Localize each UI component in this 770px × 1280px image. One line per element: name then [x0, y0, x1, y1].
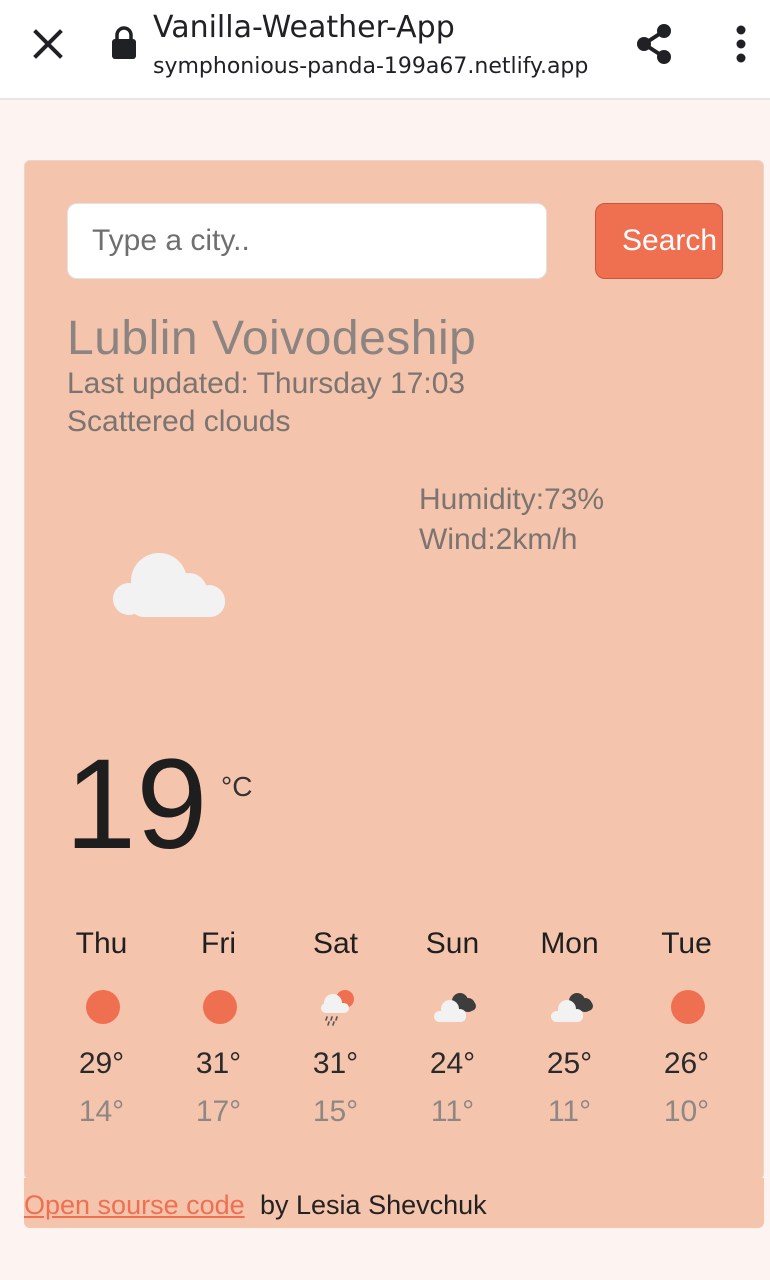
page-url[interactable]: symphonious-panda-199a67.netlify.app	[153, 54, 588, 79]
forecast-min-temp: 17°	[195, 1095, 242, 1128]
forecast-max-temp: 26°	[663, 1047, 710, 1080]
sun-icon	[198, 987, 242, 1027]
forecast-day: Tue 26° 10°	[628, 923, 745, 1143]
temperature-unit: °C	[221, 771, 253, 802]
city-search-input[interactable]	[67, 203, 547, 279]
forecast-min-temp: 10°	[663, 1095, 710, 1128]
forecast-max-temp: 31°	[312, 1047, 359, 1080]
scattered-clouds-icon	[105, 541, 233, 627]
broken-clouds-icon	[432, 987, 476, 1027]
current-temperature: 19	[65, 733, 208, 876]
wind: Wind:2km/h	[419, 523, 578, 556]
browser-toolbar: Vanilla-Weather-App symphonious-panda-19…	[0, 0, 770, 100]
forecast-day: Sun 24° 11°	[394, 923, 511, 1143]
lock-icon	[110, 26, 138, 60]
sun-icon	[666, 987, 710, 1027]
share-icon[interactable]	[634, 22, 676, 66]
forecast-day-name: Sat	[312, 927, 359, 960]
forecast-min-temp: 11°	[547, 1095, 592, 1128]
open-source-code-link[interactable]: Open sourse code	[24, 1190, 245, 1221]
forecast-min-temp: 14°	[78, 1095, 125, 1128]
forecast-day: Mon 25° 11°	[511, 923, 628, 1143]
forecast-max-temp: 24°	[429, 1047, 476, 1080]
forecast-min-temp: 15°	[312, 1095, 359, 1128]
weather-description: Scattered clouds	[67, 405, 291, 438]
forecast-day: Fri 31° 17°	[160, 923, 277, 1143]
broken-clouds-icon	[549, 987, 593, 1027]
forecast: Thu 29° 14° Fri 31° 17° Sat 31° 15° Sun …	[43, 923, 749, 1143]
humidity: Humidity:73%	[419, 483, 605, 516]
forecast-day-name: Sun	[425, 927, 480, 960]
forecast-day: Sat 31° 15°	[277, 923, 394, 1143]
forecast-day-name: Thu	[75, 927, 128, 960]
author-credit: by Lesia Shevchuk	[260, 1190, 487, 1220]
weather-card: Search Lublin Voivodeship Last updated: …	[24, 160, 764, 1180]
footer: Open sourse code by Lesia Shevchuk	[24, 1178, 764, 1228]
forecast-max-temp: 31°	[195, 1047, 242, 1080]
last-updated: Last updated: Thursday 17:03	[67, 367, 466, 400]
more-vert-icon[interactable]	[726, 22, 756, 66]
forecast-max-temp: 29°	[78, 1047, 125, 1080]
page-title: Vanilla-Weather-App	[153, 10, 455, 45]
city-name: Lublin Voivodeship	[67, 312, 477, 365]
forecast-day-name: Tue	[661, 927, 712, 960]
search-button[interactable]: Search	[595, 203, 723, 279]
forecast-min-temp: 11°	[430, 1095, 475, 1128]
forecast-max-temp: 25°	[546, 1047, 593, 1080]
rain-cloud-sun-icon	[315, 987, 359, 1027]
forecast-day-name: Mon	[540, 927, 599, 960]
close-icon[interactable]	[28, 24, 68, 64]
sun-icon	[81, 987, 125, 1027]
forecast-day-name: Fri	[201, 927, 236, 960]
forecast-day: Thu 29° 14°	[43, 923, 160, 1143]
